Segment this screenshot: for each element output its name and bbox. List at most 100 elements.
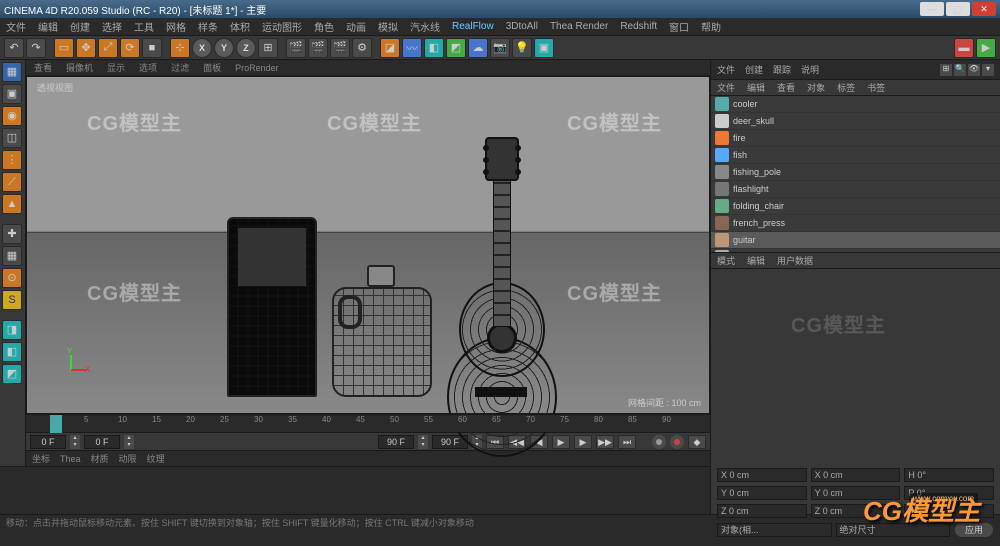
coord-mode[interactable]: 对象(相... xyxy=(717,523,832,537)
tab-coords[interactable]: 坐标 xyxy=(32,452,50,465)
object-row-flashlight[interactable]: flashlight xyxy=(711,181,1000,198)
redo-button[interactable]: ↷ xyxy=(26,38,46,58)
attr-edit[interactable]: 编辑 xyxy=(747,254,765,267)
menu-3dtoall[interactable]: 3DtoAll xyxy=(506,21,538,32)
range-end[interactable]: 90 F xyxy=(378,435,414,449)
render-region[interactable]: 🎬 xyxy=(308,38,328,58)
x-axis-button[interactable]: X xyxy=(192,38,212,58)
render-settings[interactable]: 🎬 xyxy=(330,38,350,58)
search-icon[interactable]: 🔍 xyxy=(954,64,966,76)
mode-prorender[interactable]: ProRender xyxy=(235,63,279,73)
y-axis-button[interactable]: Y xyxy=(214,38,234,58)
menu-realflow[interactable]: RealFlow xyxy=(452,21,494,32)
pos-x[interactable]: X 0 cm xyxy=(717,468,807,482)
list-file[interactable]: 文件 xyxy=(717,81,735,94)
object-row-french_press[interactable]: french_press xyxy=(711,215,1000,232)
attr-mode[interactable]: 模式 xyxy=(717,254,735,267)
record-button[interactable] xyxy=(652,435,666,449)
spline-primitive[interactable]: 〰 xyxy=(402,38,422,58)
pos-y[interactable]: Y 0 cm xyxy=(717,486,807,500)
object-row-folding_chair[interactable]: folding_chair xyxy=(711,198,1000,215)
menu-spline[interactable]: 样条 xyxy=(198,19,218,34)
select-tool[interactable]: ▭ xyxy=(54,38,74,58)
menu-character[interactable]: 角色 xyxy=(314,19,334,34)
menu-pipeline[interactable]: 汽水线 xyxy=(410,19,440,34)
edge-mode[interactable]: ⟋ xyxy=(2,172,22,192)
rotate-tool[interactable]: ⟳ xyxy=(120,38,140,58)
light[interactable]: 💡 xyxy=(512,38,532,58)
menu-thea[interactable]: Thea Render xyxy=(550,21,608,32)
list-edit[interactable]: 编辑 xyxy=(747,81,765,94)
filter-icon[interactable]: ▾ xyxy=(982,64,994,76)
current-frame[interactable]: 0 F xyxy=(84,435,120,449)
rot-h[interactable]: H 0° xyxy=(904,468,994,482)
plugin-button-2[interactable]: ▶ xyxy=(976,38,996,58)
rp-create[interactable]: 创建 xyxy=(745,63,763,76)
list-view[interactable]: 查看 xyxy=(777,81,795,94)
mode-camera[interactable]: 摄像机 xyxy=(66,61,93,74)
attr-userdata[interactable]: 用户数据 xyxy=(777,254,813,267)
workplane-mode[interactable]: ◫ xyxy=(2,128,22,148)
menu-window[interactable]: 窗口 xyxy=(669,19,689,34)
next-frame[interactable]: ▶ xyxy=(574,435,592,449)
layout-icon[interactable]: ⊞ xyxy=(940,64,952,76)
mode-panel[interactable]: 面板 xyxy=(203,61,221,74)
mode-display[interactable]: 显示 xyxy=(107,61,125,74)
menu-simulate[interactable]: 模拟 xyxy=(378,19,398,34)
axis-toggle[interactable]: ✚ xyxy=(2,224,22,244)
tab-material[interactable]: 材质 xyxy=(91,452,109,465)
list-tags[interactable]: 标签 xyxy=(837,81,855,94)
menu-help[interactable]: 帮助 xyxy=(701,19,721,34)
move-tool[interactable]: ✥ xyxy=(76,38,96,58)
mode-options[interactable]: 选项 xyxy=(139,61,157,74)
menu-animate[interactable]: 动画 xyxy=(346,19,366,34)
menu-volume[interactable]: 体积 xyxy=(230,19,250,34)
tab-dynamics[interactable]: 动限 xyxy=(119,452,137,465)
menu-tools[interactable]: 工具 xyxy=(134,19,154,34)
polygon-mode[interactable]: ▲ xyxy=(2,194,22,214)
object-row-fish[interactable]: fish xyxy=(711,147,1000,164)
model-mode[interactable]: ▣ xyxy=(2,84,22,104)
object-row-guitar[interactable]: guitar xyxy=(711,232,1000,249)
menu-mograph[interactable]: 运动图形 xyxy=(262,19,302,34)
guitar-object[interactable] xyxy=(447,137,557,457)
menu-file[interactable]: 文件 xyxy=(6,19,26,34)
eye-icon[interactable]: 👁 xyxy=(968,64,980,76)
object-row-deer_skull[interactable]: deer_skull xyxy=(711,113,1000,130)
rp-file[interactable]: 文件 xyxy=(717,63,735,76)
next-key[interactable]: ▶▶ xyxy=(596,435,614,449)
snap-toggle[interactable]: ⊙ xyxy=(2,268,22,288)
rp-desc[interactable]: 说明 xyxy=(801,63,819,76)
object-row-cooler[interactable]: cooler xyxy=(711,96,1000,113)
timeline[interactable]: 051015202530354045505560657075808590 xyxy=(26,414,710,432)
range-start[interactable]: 0 F xyxy=(30,435,66,449)
texture-mode[interactable]: ◉ xyxy=(2,106,22,126)
close-button[interactable]: ✕ xyxy=(972,2,996,16)
viewport-solo[interactable]: ▦ xyxy=(2,246,22,266)
object-row-fire[interactable]: fire xyxy=(711,130,1000,147)
rp-track[interactable]: 跟踪 xyxy=(773,63,791,76)
generator[interactable]: ◧ xyxy=(424,38,444,58)
workplane-3[interactable]: ◩ xyxy=(2,364,22,384)
viewport[interactable]: 透视视图 网格间距 : 100 cm xyxy=(26,76,710,414)
camera[interactable]: 📷 xyxy=(490,38,510,58)
coord-system[interactable]: ⊞ xyxy=(258,38,278,58)
maximize-button[interactable]: ▢ xyxy=(946,2,970,16)
workplane-1[interactable]: ◨ xyxy=(2,320,22,340)
pos-z[interactable]: Z 0 cm xyxy=(717,504,807,518)
object-row-fishing_pole[interactable]: fishing_pole xyxy=(711,164,1000,181)
menu-select[interactable]: 选择 xyxy=(102,19,122,34)
render-view[interactable]: 🎬 xyxy=(286,38,306,58)
jukebox-object[interactable] xyxy=(227,217,317,397)
workplane-2[interactable]: ◧ xyxy=(2,342,22,362)
menu-mesh[interactable]: 网格 xyxy=(166,19,186,34)
plugin-button-1[interactable]: ▬ xyxy=(954,38,974,58)
environment[interactable]: ☁ xyxy=(468,38,488,58)
mode-view[interactable]: 查看 xyxy=(34,61,52,74)
point-mode[interactable]: ⋮ xyxy=(2,150,22,170)
recent-tool[interactable]: ■ xyxy=(142,38,162,58)
minimize-button[interactable]: — xyxy=(920,2,944,16)
jug-object[interactable] xyxy=(332,267,432,397)
menu-create[interactable]: 创建 xyxy=(70,19,90,34)
size-x[interactable]: X 0 cm xyxy=(811,468,901,482)
